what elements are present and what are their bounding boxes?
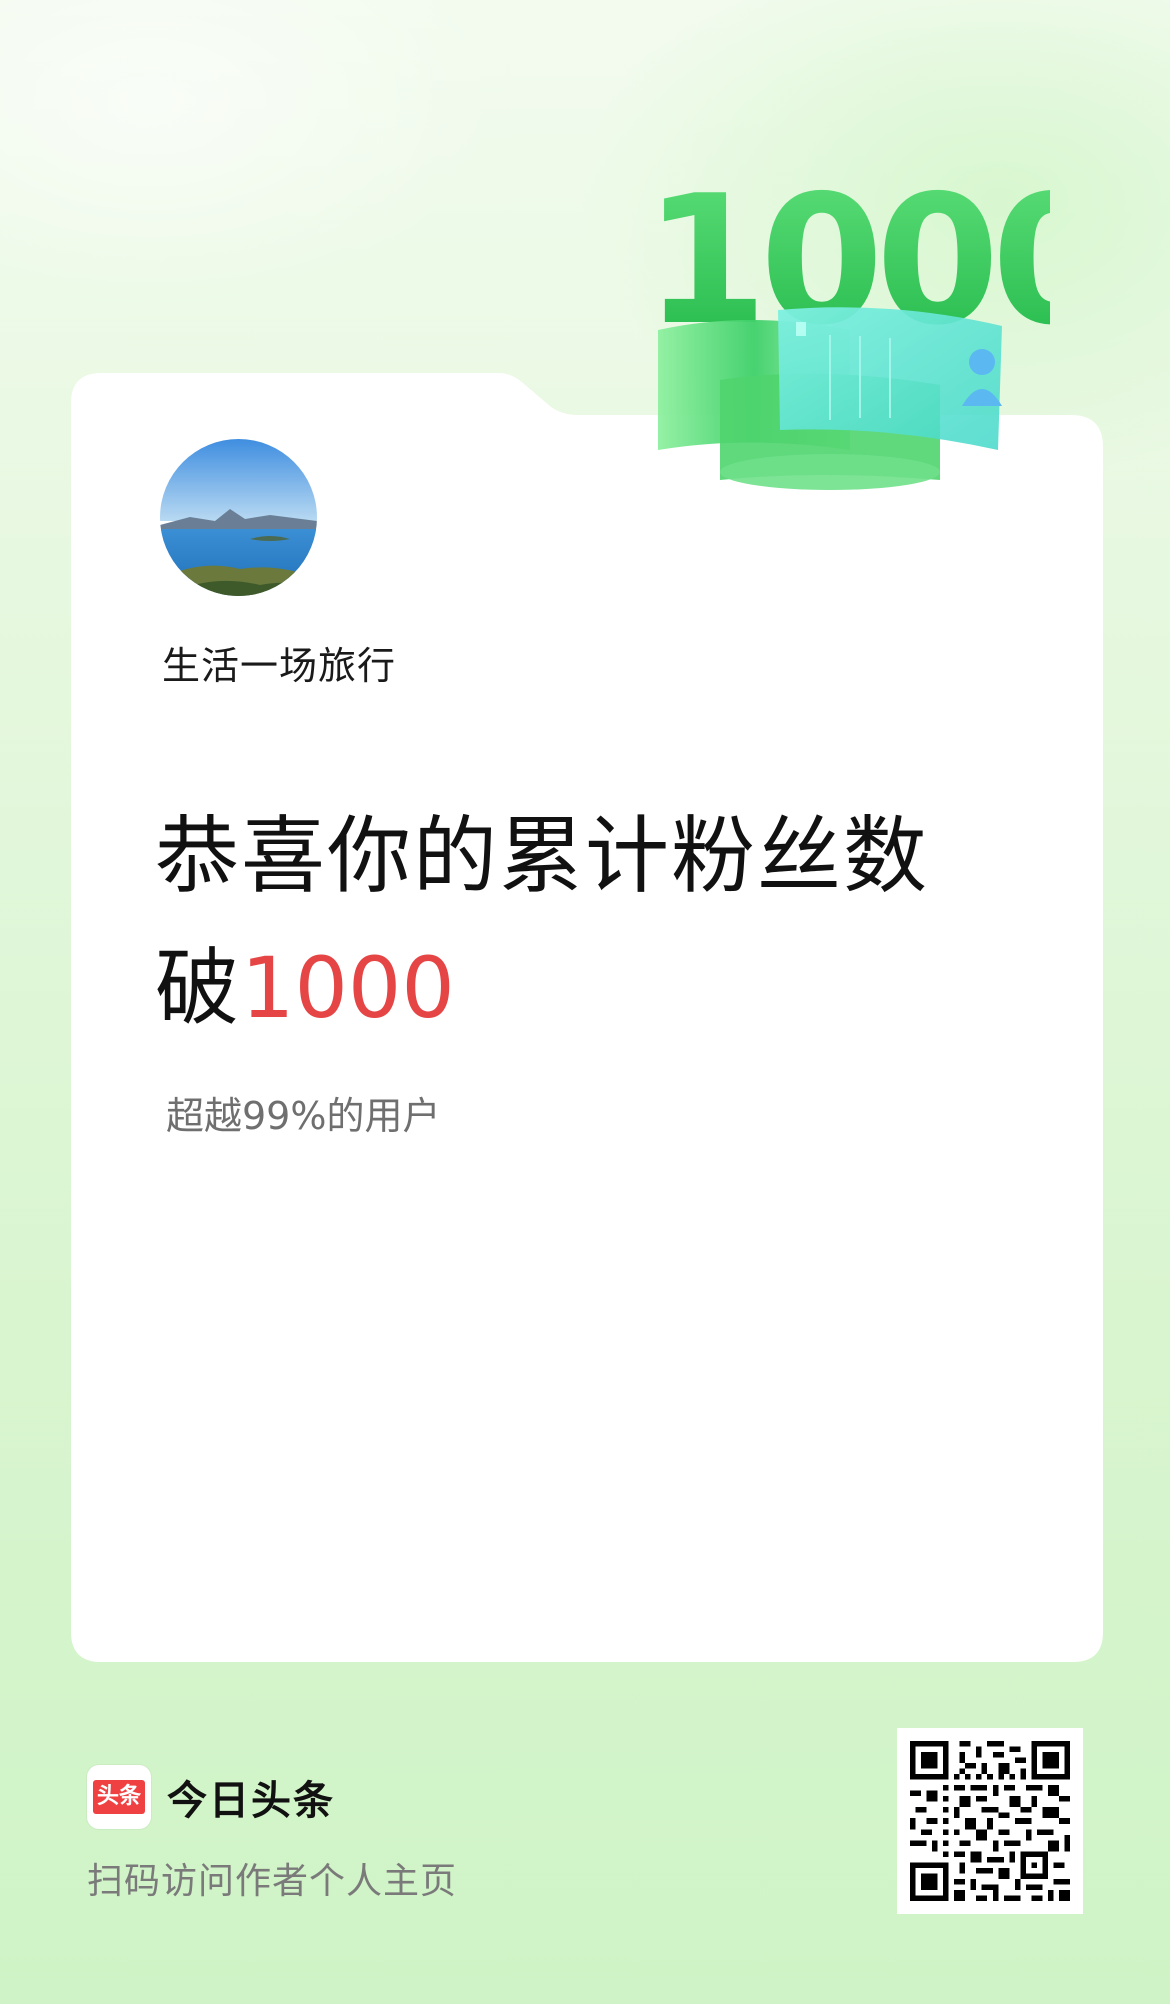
achievement-headline: 恭喜你的累计粉丝数 破1000: [155, 790, 1055, 1054]
headline-prefix: 破: [155, 939, 242, 1037]
milestone-3d-decoration: 1000: [630, 150, 1116, 500]
headline-line-1: 恭喜你的累计粉丝数: [155, 807, 930, 905]
milestone-number: 1000: [241, 939, 455, 1037]
toutiao-logo-icon: 头条: [87, 1765, 151, 1829]
user-avatar[interactable]: [160, 439, 317, 596]
brand-block: 头条 今日头条: [87, 1765, 335, 1829]
brand-name: 今日头条: [167, 1778, 335, 1824]
lake-landscape-avatar-icon: [160, 439, 317, 596]
headline-line-2: 破1000: [155, 922, 1055, 1054]
scan-hint: 扫码访问作者个人主页: [87, 1861, 458, 1902]
percentile-text: 超越99%的用户: [166, 1094, 441, 1138]
logo-text: 头条: [92, 1780, 145, 1814]
qr-code-icon: [910, 1741, 1070, 1901]
username[interactable]: 生活一场旅行: [162, 635, 396, 690]
qr-code[interactable]: [897, 1728, 1083, 1914]
